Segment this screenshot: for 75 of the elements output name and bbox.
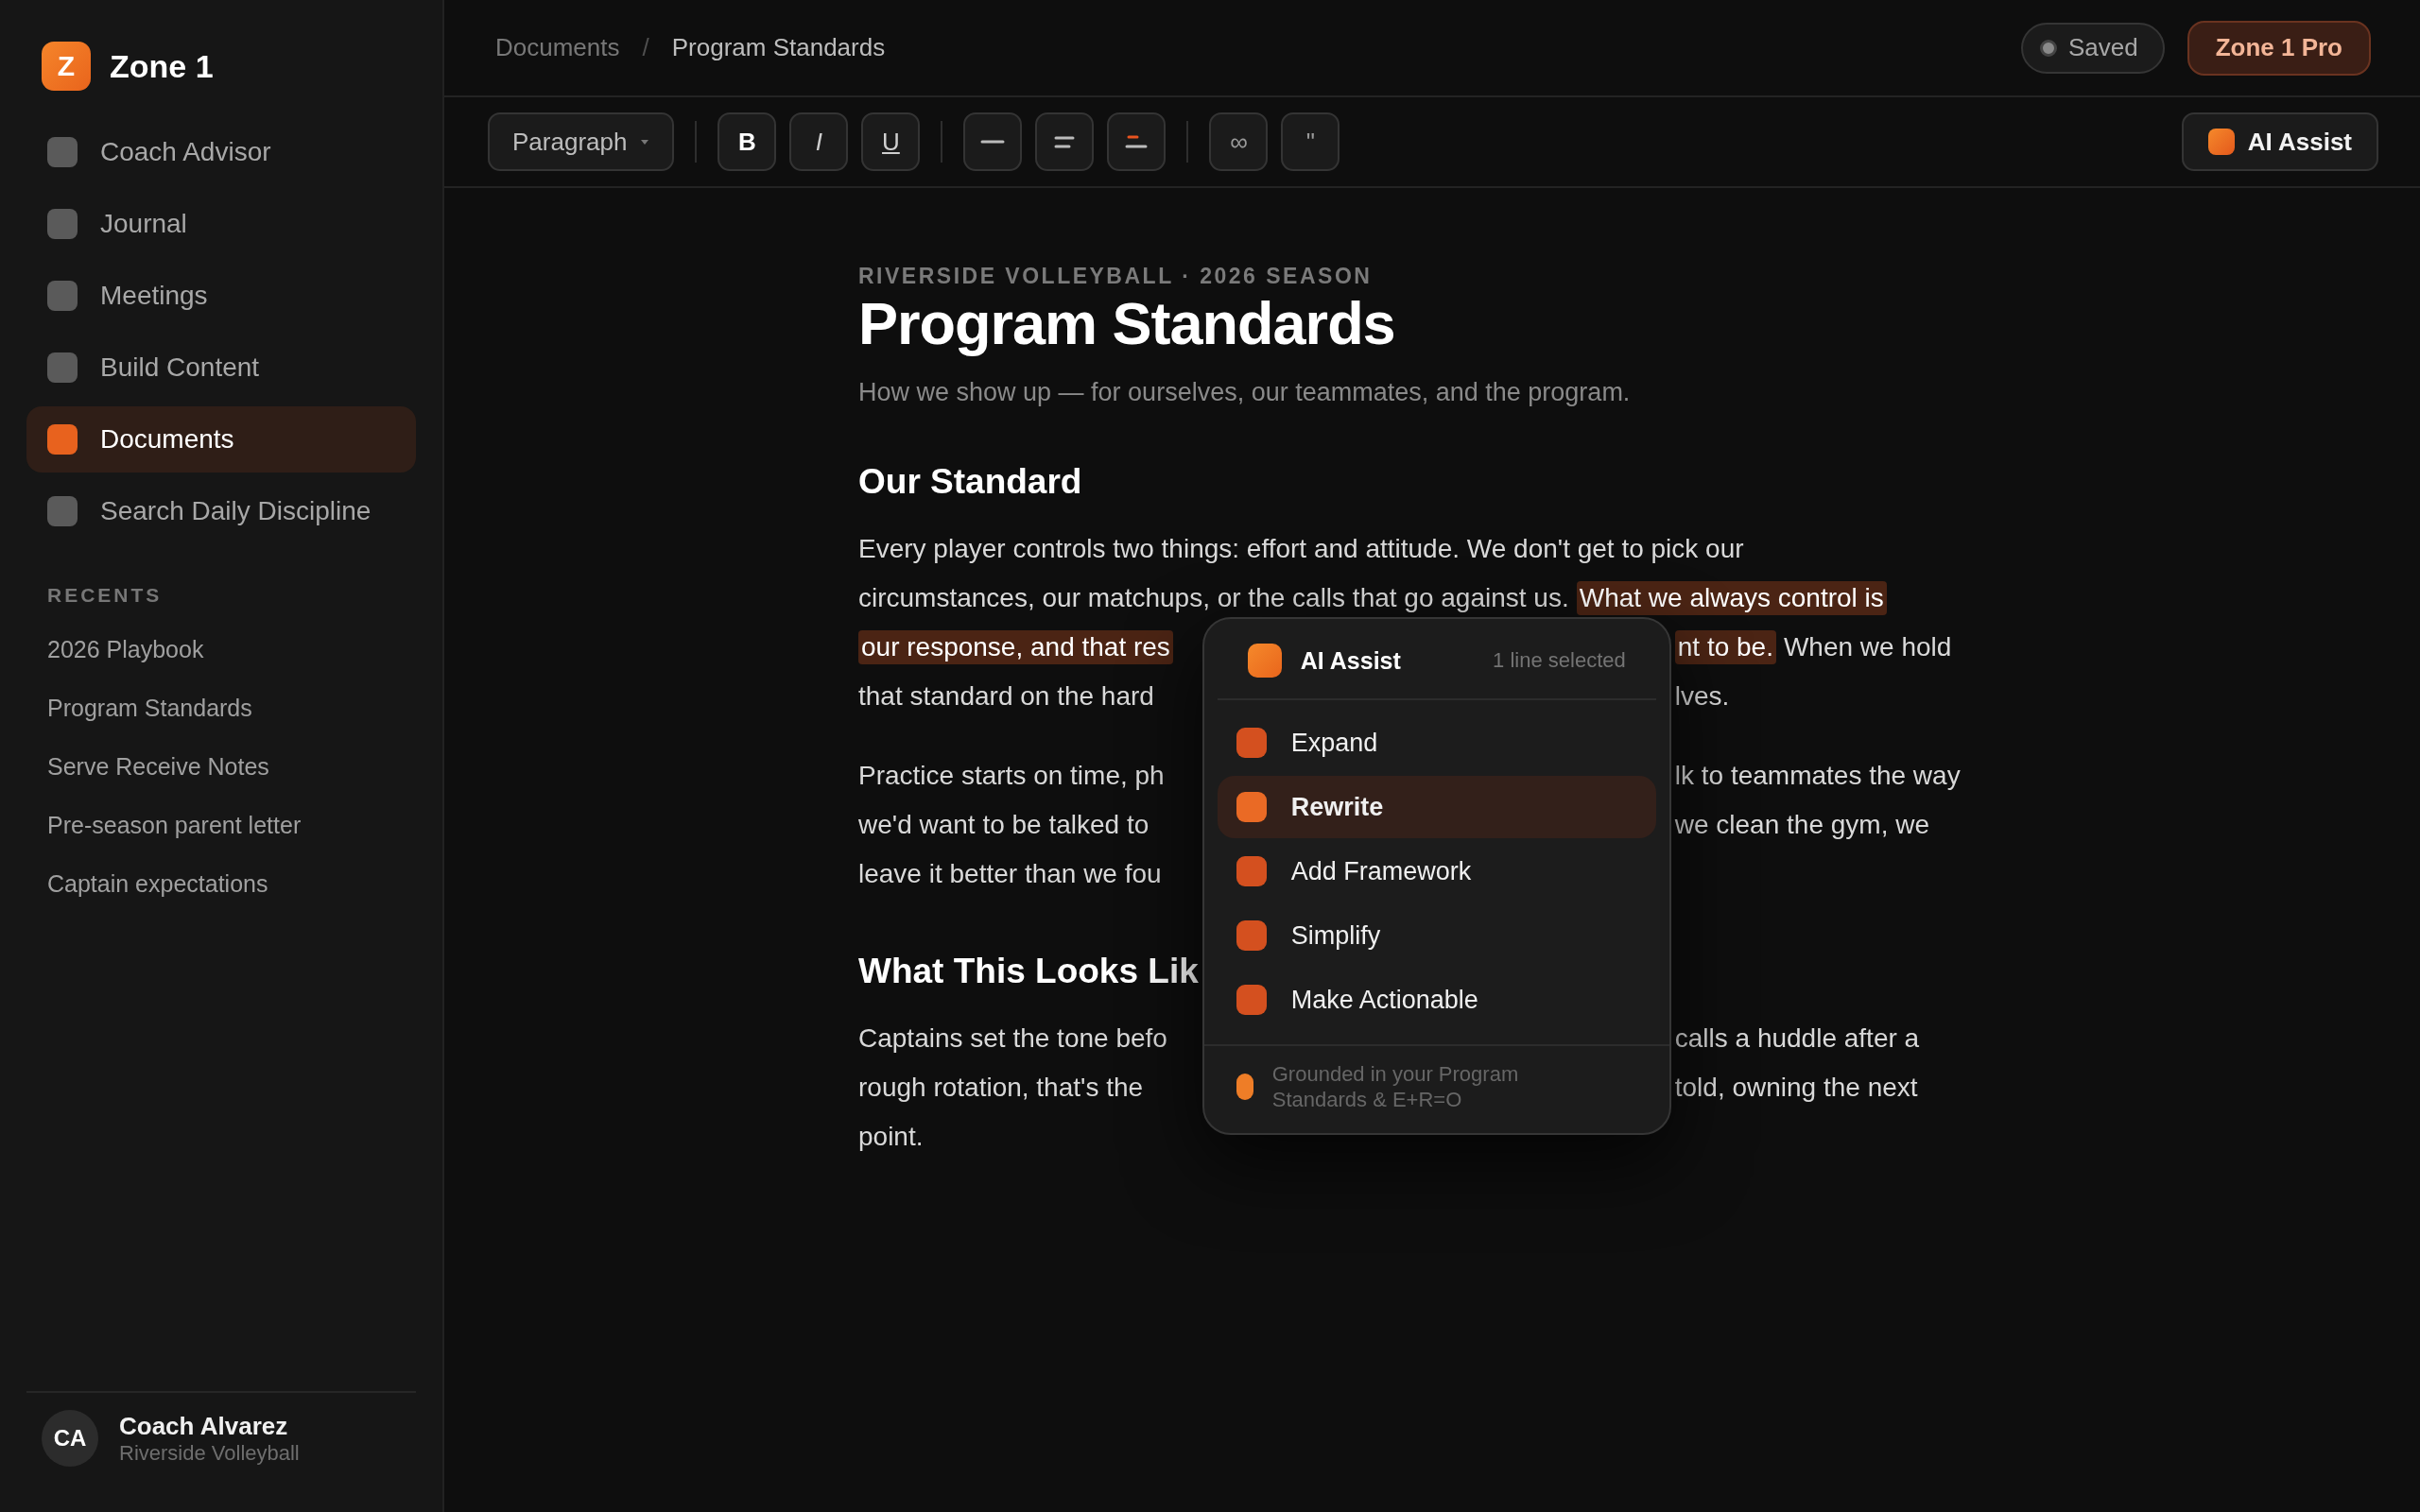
section-heading: What This Looks Lik: [858, 952, 1199, 991]
breadcrumb-link[interactable]: Program Standards: [671, 33, 886, 62]
format-button[interactable]: B: [717, 112, 777, 171]
paragraph-text: lves.: [1674, 681, 1730, 712]
document-eyebrow: RIVERSIDE VOLLEYBALL · 2026 SEASON: [858, 264, 1374, 289]
breadcrumb-separator: /: [642, 33, 649, 62]
paragraph-text: point.: [858, 1122, 924, 1152]
paragraph-text: circumstances, our matchups, or the calls that go against us.: [858, 583, 1569, 613]
menu-item[interactable]: Rewrite: [1217, 776, 1656, 838]
section-heading: Our Standard: [858, 462, 1083, 502]
square-icon: [47, 137, 78, 167]
menu-item[interactable]: Add Framework: [1217, 840, 1656, 902]
paragraph-text: we clean the gym, we: [1674, 810, 1929, 840]
logo-letter: Z: [57, 50, 76, 82]
selection-count: 1 line selected: [1493, 648, 1626, 673]
menu-title: AI Assist: [1300, 646, 1402, 675]
pill-icon: [1236, 1074, 1253, 1100]
menu-item[interactable]: Simplify: [1217, 904, 1656, 967]
upgrade-button[interactable]: Zone 1 Pro: [2187, 20, 2371, 76]
user-name: Coach Alvarez: [119, 1411, 289, 1441]
highlighted-text: nt to be.: [1674, 630, 1776, 664]
two-lines-icon: [1054, 135, 1076, 148]
paragraph-text: we'd want to be talked to: [858, 810, 1150, 840]
highlighted-text: What we always control is: [1576, 581, 1887, 615]
paragraph-text: leave it better than we fou: [858, 859, 1162, 889]
square-icon: [47, 281, 78, 311]
paragraph-text: Captains set the tone befo: [858, 1023, 1167, 1054]
recent-document-link[interactable]: Captain expectations: [26, 854, 416, 913]
recent-document-link[interactable]: 2026 Playbook: [26, 620, 416, 679]
sidebar-item[interactable]: Build Content: [26, 335, 416, 401]
format-button[interactable]: [1107, 112, 1167, 171]
sidebar-item[interactable]: Coach Advisor: [26, 119, 416, 185]
paragraph-dropdown[interactable]: Paragraph: [488, 112, 675, 171]
paragraph-text: calls a huddle after a: [1674, 1023, 1920, 1054]
menu-note: Grounded in your Program Standards & E+R=O: [1271, 1061, 1520, 1112]
paragraph-text: that standard on the hard: [858, 681, 1154, 712]
recent-document-link[interactable]: Serve Receive Notes: [26, 737, 416, 796]
square-icon: [47, 209, 78, 239]
paragraph-text: Every player controls two things: effort and attitude. We don't get to pick our: [858, 534, 1744, 564]
app-name: Zone 1: [110, 47, 214, 85]
breadcrumb-link[interactable]: Documents: [495, 33, 620, 62]
paragraph-text: lk to teammates the way: [1674, 761, 1961, 791]
recent-document-link[interactable]: Program Standards: [26, 679, 416, 737]
menu-item[interactable]: Make Actionable: [1217, 969, 1656, 1031]
ai-assist-button[interactable]: AI Assist: [2181, 112, 2378, 171]
sidebar-item[interactable]: Documents: [26, 406, 416, 472]
paragraph-text: Practice starts on time, ph: [858, 761, 1165, 791]
paragraph-text: rough rotation, that's the: [858, 1073, 1144, 1103]
square-icon: [47, 352, 78, 383]
status-dot-icon: [2039, 39, 2057, 57]
format-button[interactable]: ∞: [1209, 112, 1269, 171]
square-icon: [47, 496, 78, 526]
caret-icon: [640, 138, 650, 146]
menu-item[interactable]: Expand: [1217, 712, 1656, 774]
highlighted-text: our response, and that res: [858, 630, 1173, 664]
recent-document-link[interactable]: Pre-season parent letter: [26, 796, 416, 854]
format-button[interactable]: I: [789, 112, 849, 171]
format-button[interactable]: ": [1281, 112, 1340, 171]
format-button[interactable]: [963, 112, 1023, 171]
document-subtitle: How we show up — for ourselves, our teammates, and the program.: [858, 378, 1632, 407]
sidebar-item[interactable]: Search Daily Discipline: [26, 478, 416, 544]
format-button[interactable]: [1035, 112, 1095, 171]
status-text: Saved: [2067, 33, 2138, 62]
paragraph-text: told, owning the next: [1674, 1073, 1918, 1103]
format-button[interactable]: U: [861, 112, 921, 171]
sidebar-item[interactable]: Meetings: [26, 263, 416, 329]
horizontal-line-icon: [980, 140, 1006, 144]
avatar: CA: [42, 1410, 98, 1467]
paragraph-text: When we hold: [1783, 632, 1952, 662]
sidebar-item[interactable]: Journal: [26, 191, 416, 257]
team-name: Riverside Volleyball: [119, 1440, 300, 1466]
square-icon: [47, 424, 78, 455]
two-lines-icon: [1125, 135, 1149, 148]
section-heading: RECENTS: [46, 583, 164, 608]
document-title: Program Standards: [858, 289, 1396, 357]
